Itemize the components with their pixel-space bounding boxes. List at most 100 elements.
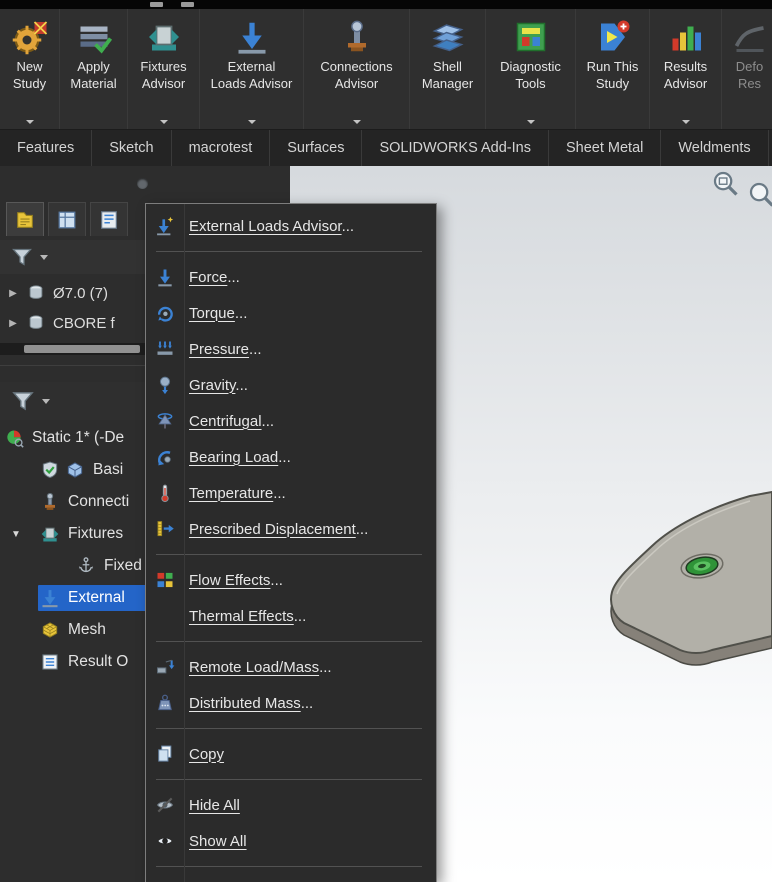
show-all-icon bbox=[155, 831, 175, 851]
menu-separator bbox=[156, 728, 422, 729]
panel-tab-configuration[interactable] bbox=[90, 202, 128, 236]
menu-item-torque[interactable]: Torque... bbox=[146, 295, 436, 331]
menu-item-label: Torque... bbox=[189, 305, 247, 322]
menu-item-bearing-load[interactable]: Bearing Load... bbox=[146, 439, 436, 475]
flyout-arrow-icon[interactable] bbox=[527, 120, 535, 124]
scrollbar-thumb[interactable] bbox=[24, 345, 140, 353]
toolbar-button-label-line: Tools bbox=[500, 75, 561, 92]
shield-check-icon bbox=[40, 460, 60, 480]
toolbar-button-label-line: Connections bbox=[320, 58, 392, 75]
menu-item-flow-effects[interactable]: Flow Effects... bbox=[146, 562, 436, 598]
toolbar-button-label: Run ThisStudy bbox=[587, 58, 639, 92]
menu-item-gravity[interactable]: Gravity... bbox=[146, 367, 436, 403]
toolbar-button-label: ResultsAdvisor bbox=[664, 58, 707, 92]
toolbar-button-run-this-study[interactable]: Run ThisStudy bbox=[576, 9, 650, 129]
toolbar-button-label-line: Advisor bbox=[140, 75, 186, 92]
menu-item-suffix: ... bbox=[356, 521, 369, 538]
menu-item-label-text: Distributed Mass bbox=[189, 695, 301, 712]
menu-item-hide-all[interactable]: Hide All bbox=[146, 787, 436, 823]
menu-item-copy[interactable]: Copy bbox=[146, 736, 436, 772]
tab-macrotest[interactable]: macrotest bbox=[172, 130, 271, 166]
menu-item-label: Pressure... bbox=[189, 341, 262, 358]
shell-manager-icon bbox=[430, 19, 466, 55]
part-model[interactable] bbox=[540, 470, 772, 682]
toolbar-button-label-line: Loads Advisor bbox=[211, 75, 293, 92]
zoom-area-icon[interactable] bbox=[710, 168, 740, 198]
toolbar-button-new-study[interactable]: NewStudy bbox=[0, 9, 60, 129]
feature-label: CBORE f bbox=[53, 315, 115, 332]
study-row-content: Connecti bbox=[38, 489, 137, 515]
flyout-arrow-icon[interactable] bbox=[353, 120, 361, 124]
flyout-arrow-icon[interactable] bbox=[26, 120, 34, 124]
flyout-arrow-icon[interactable] bbox=[682, 120, 690, 124]
toolbar-button-label-line: Advisor bbox=[320, 75, 392, 92]
study-row-content: External bbox=[38, 585, 159, 611]
toolbar-button-label: DiagnosticTools bbox=[500, 58, 561, 92]
chevron-down-icon[interactable] bbox=[42, 399, 50, 404]
study-icon bbox=[4, 428, 24, 448]
menu-item-label: Gravity... bbox=[189, 377, 248, 394]
menu-item-distributed-mass[interactable]: Distributed Mass... bbox=[146, 685, 436, 721]
expand-arrow-icon[interactable]: ▶ bbox=[0, 288, 26, 299]
menu-item-icon-slot bbox=[146, 519, 184, 539]
toolbar-button-results-advisor[interactable]: ResultsAdvisor bbox=[650, 9, 722, 129]
horizontal-scrollbar[interactable] bbox=[0, 343, 164, 355]
menu-separator bbox=[156, 554, 422, 555]
menu-item-thermal-effects[interactable]: Thermal Effects... bbox=[146, 598, 436, 634]
feature-label: Ø7.0 (7) bbox=[53, 285, 108, 302]
toolbar-button-fixtures-advisor[interactable]: FixturesAdvisor bbox=[128, 9, 200, 129]
toolbar-button-label: NewStudy bbox=[13, 58, 46, 92]
panel-resize-grip[interactable] bbox=[137, 178, 148, 189]
toolbar-button-apply-material[interactable]: ApplyMaterial bbox=[60, 9, 128, 129]
connections-advisor-icon bbox=[339, 19, 375, 55]
flyout-arrow-icon[interactable] bbox=[248, 120, 256, 124]
menu-item-force[interactable]: Force... bbox=[146, 259, 436, 295]
menu-item-label-text: Hide All bbox=[189, 797, 240, 814]
menu-item-suffix: ... bbox=[235, 377, 248, 394]
tab-sheet-metal[interactable]: Sheet Metal bbox=[549, 130, 661, 166]
toolbar-button-connections-advisor[interactable]: ConnectionsAdvisor bbox=[304, 9, 410, 129]
toolbar-button-diagnostic-tools[interactable]: DiagnosticTools bbox=[486, 9, 576, 129]
study-item-label: External bbox=[68, 589, 125, 607]
toolbar-button-label-line: Material bbox=[70, 75, 116, 92]
filter-icon[interactable] bbox=[10, 245, 34, 269]
tab-solidworks-add-ins[interactable]: SOLIDWORKS Add-Ins bbox=[362, 130, 549, 166]
menu-item-centrifugal[interactable]: Centrifugal... bbox=[146, 403, 436, 439]
expand-arrow-icon[interactable]: ▼ bbox=[8, 529, 24, 540]
flyout-arrow-icon[interactable] bbox=[160, 120, 168, 124]
zoom-fit-icon[interactable] bbox=[746, 179, 772, 209]
menu-item-show-all[interactable]: Show All bbox=[146, 823, 436, 859]
filter-icon[interactable] bbox=[10, 388, 36, 414]
menu-item-label-text: Prescribed Displacement bbox=[189, 521, 356, 538]
tab-sketch[interactable]: Sketch bbox=[92, 130, 171, 166]
panel-tab-bar bbox=[6, 202, 128, 238]
run-study-icon bbox=[595, 19, 631, 55]
expand-arrow-icon[interactable]: ▶ bbox=[0, 318, 26, 329]
chevron-down-icon[interactable] bbox=[40, 255, 48, 260]
menu-item-remote-load-mass[interactable]: Remote Load/Mass... bbox=[146, 649, 436, 685]
menu-item-temperature[interactable]: Temperature... bbox=[146, 475, 436, 511]
flow-effects-icon bbox=[155, 570, 175, 590]
menu-item-icon-slot bbox=[146, 744, 184, 764]
menu-item-icon-slot bbox=[146, 375, 184, 395]
tab-weldments[interactable]: Weldments bbox=[661, 130, 768, 166]
study-item-label: Fixtures bbox=[68, 525, 123, 543]
toolbar-button-shell-manager[interactable]: ShellManager bbox=[410, 9, 486, 129]
toolbar-button-defo-res[interactable]: DefoRes bbox=[722, 9, 772, 129]
menu-item-label-text: Torque bbox=[189, 305, 235, 322]
panel-tab-property-manager[interactable] bbox=[48, 202, 86, 236]
menu-item-label: Remote Load/Mass... bbox=[189, 659, 332, 676]
menu-item-suffix: ... bbox=[273, 485, 286, 502]
toolbar-button-external-loads-advisor[interactable]: ExternalLoads Advisor bbox=[200, 9, 304, 129]
menu-item-external-loads-advisor[interactable]: External Loads Advisor... bbox=[146, 208, 436, 244]
menu-item-label: Hide All bbox=[189, 797, 240, 814]
tab-surfaces[interactable]: Surfaces bbox=[270, 130, 362, 166]
panel-tab-feature-manager[interactable] bbox=[6, 202, 44, 236]
tab-features[interactable]: Features bbox=[0, 130, 92, 166]
menu-item-label-text: Thermal Effects bbox=[189, 608, 294, 625]
menu-item-icon-slot bbox=[146, 267, 184, 287]
menu-item-prescribed-displacement[interactable]: Prescribed Displacement... bbox=[146, 511, 436, 547]
menu-item-partial[interactable] bbox=[146, 874, 436, 882]
hole-feature-icon bbox=[26, 313, 46, 333]
menu-item-pressure[interactable]: Pressure... bbox=[146, 331, 436, 367]
